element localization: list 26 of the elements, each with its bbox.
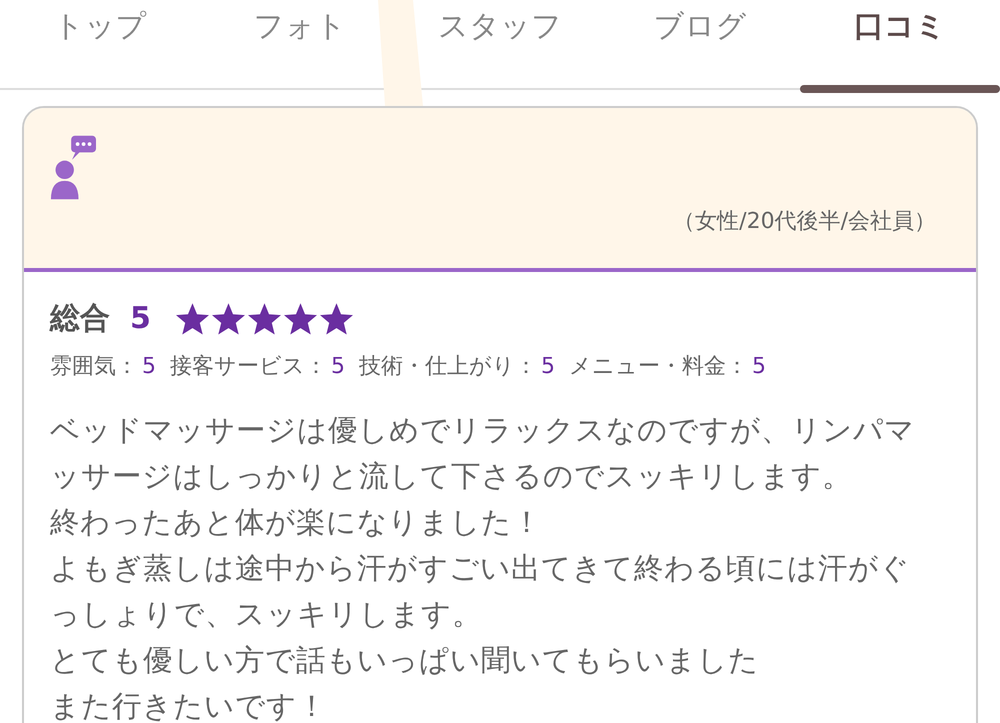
rating-score: 5 [541, 354, 555, 379]
rating-label: 接客サービス： [170, 354, 327, 379]
review-text: よもぎ蒸しは途中から汗がすごい出てきて終わる頃には汗がぐっしょりで、スッキリします。 [50, 550, 911, 633]
rating-label: 技術・仕上がり： [359, 354, 537, 379]
tab[interactable]: トップ [46, 0, 154, 51]
star-icon [318, 301, 354, 336]
tab[interactable]: ブログ [646, 0, 754, 51]
review-text: 終わったあと体が楽になりました！ [50, 504, 543, 541]
rating-label: メニュー・料金： [569, 354, 748, 379]
rating-label: 雰囲気： [50, 354, 138, 379]
overall-score: 5 [130, 301, 151, 336]
tab[interactable]: スタッフ [430, 0, 570, 51]
reviewer-profile: （女性/20代後半/会社員） [673, 208, 936, 236]
tab[interactable]: 口コミ [846, 0, 954, 51]
review-text: とても優しい方で話もいっぱい聞いてもらいました [50, 642, 760, 679]
star-icon [246, 301, 282, 336]
overall-label: 総合 [50, 300, 110, 338]
tab[interactable]: フォト [246, 0, 354, 51]
review-text: また行きたいです！ [50, 688, 328, 723]
rating-score: 5 [142, 354, 156, 379]
rating-score: 5 [752, 354, 766, 379]
star-icon [174, 301, 210, 336]
rating-score: 5 [331, 354, 345, 379]
review-text: ベッドマッサージは優しめでリラックスなのですが、リンパマッサージはしっかりと流して下さるのでスッキリします。 [50, 412, 916, 495]
star-icon [282, 301, 318, 336]
star-icon [210, 301, 246, 336]
